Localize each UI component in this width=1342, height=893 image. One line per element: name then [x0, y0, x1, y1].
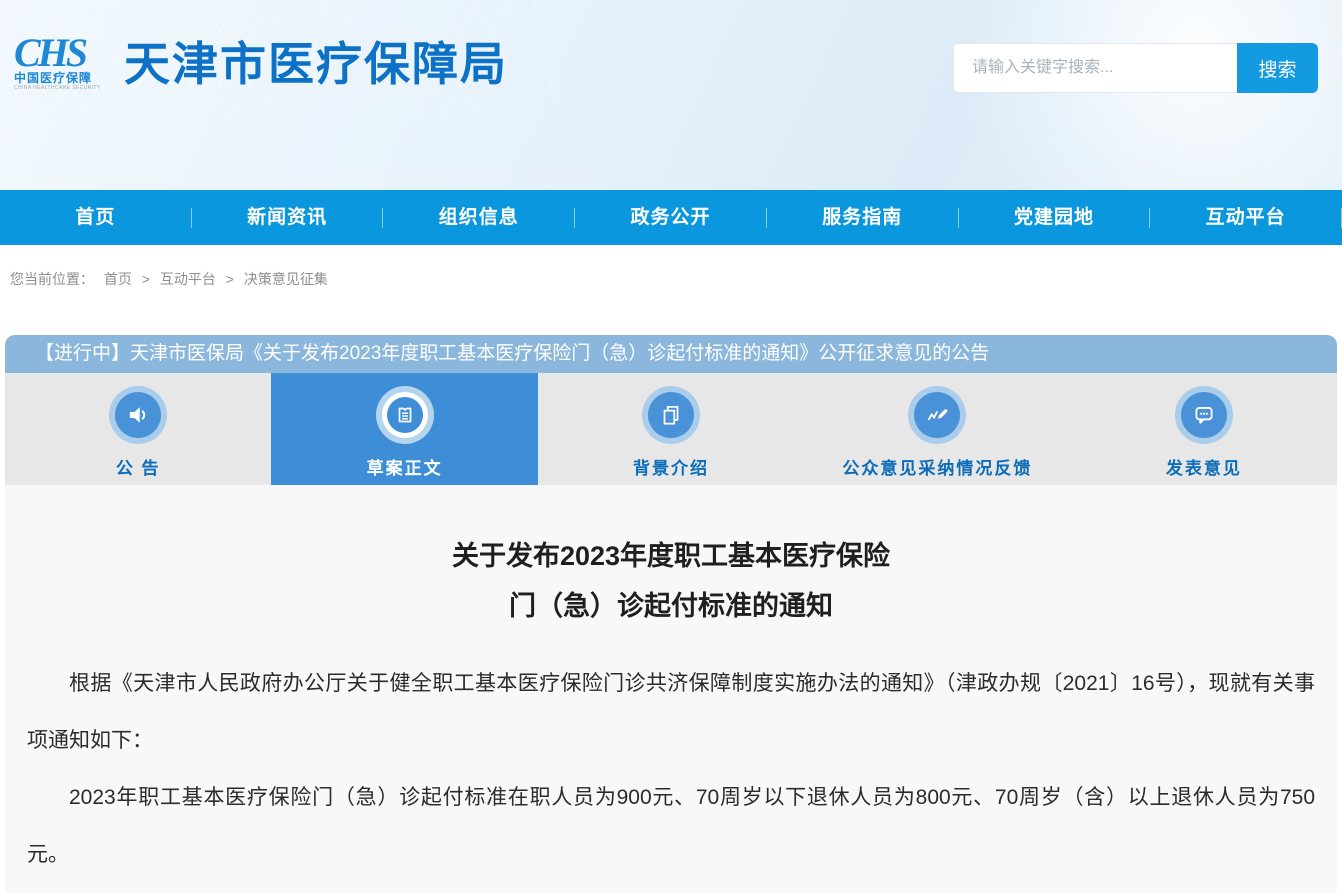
- nav-item-organization[interactable]: 组织信息: [383, 190, 574, 245]
- speaker-icon: [109, 386, 167, 444]
- notice-block: 【进行中】天津市医保局《关于发布2023年度职工基本医疗保险门（急）诊起付标准的…: [5, 335, 1337, 893]
- chs-logo-abbr: CHS: [14, 36, 116, 70]
- comment-icon: [1175, 386, 1233, 444]
- nav-item-party-building[interactable]: 党建园地: [959, 190, 1150, 245]
- nav-item-news[interactable]: 新闻资讯: [192, 190, 383, 245]
- nav-item-home[interactable]: 首页: [0, 190, 191, 245]
- breadcrumb-separator: >: [142, 271, 150, 287]
- breadcrumb-item-home[interactable]: 首页: [104, 271, 132, 287]
- nav-item-service-guide[interactable]: 服务指南: [767, 190, 958, 245]
- breadcrumb-item-interactive-platform[interactable]: 互动平台: [160, 271, 216, 287]
- tab-post-opinion[interactable]: 发表意见: [1071, 373, 1337, 485]
- site-header: CHS 中国医疗保障 CHINA HEALTHCARE SECURITY 天津市…: [0, 0, 1342, 190]
- document-icon: [376, 386, 434, 444]
- chs-logo-en-text: CHINA HEALTHCARE SECURITY: [14, 86, 116, 91]
- site-logo[interactable]: CHS 中国医疗保障 CHINA HEALTHCARE SECURITY 天津市…: [14, 36, 508, 92]
- notice-banner-title: 【进行中】天津市医保局《关于发布2023年度职工基本医疗保险门（急）诊起付标准的…: [5, 335, 1337, 373]
- article-title-line2: 门（急）诊起付标准的通知: [27, 581, 1315, 631]
- breadcrumb-separator: >: [226, 271, 234, 287]
- tab-post-opinion-label: 发表意见: [1166, 454, 1242, 479]
- nav-item-interactive-platform[interactable]: 互动平台: [1150, 190, 1341, 245]
- tab-background[interactable]: 背景介绍: [538, 373, 804, 485]
- chs-logo-cn-text: 中国医疗保障: [14, 72, 116, 84]
- main-nav: 首页 新闻资讯 组织信息 政务公开 服务指南 党建园地 互动平台: [0, 190, 1342, 245]
- breadcrumb-strip: 您当前位置： 首页 > 互动平台 > 决策意见征集: [0, 245, 1342, 335]
- tab-draft-text-label: 草案正文: [367, 454, 443, 479]
- chs-logo: CHS 中国医疗保障 CHINA HEALTHCARE SECURITY: [14, 36, 116, 91]
- tab-draft-text[interactable]: 草案正文: [271, 373, 537, 485]
- tab-announcement-label: 公 告: [116, 454, 161, 479]
- tab-feedback-label: 公众意见采纳情况反馈: [842, 454, 1032, 479]
- article-paragraph: 根据《天津市人民政府办公厅关于健全职工基本医疗保险门诊共济保障制度实施办法的通知…: [27, 655, 1315, 769]
- nav-item-gov-affairs[interactable]: 政务公开: [575, 190, 766, 245]
- breadcrumb-prefix: 您当前位置：: [10, 271, 94, 287]
- tab-feedback[interactable]: 公众意见采纳情况反馈: [804, 373, 1070, 485]
- tab-background-label: 背景介绍: [633, 454, 709, 479]
- pages-icon: [642, 386, 700, 444]
- site-title: 天津市医疗保障局: [124, 36, 508, 92]
- article-body: 根据《天津市人民政府办公厅关于健全职工基本医疗保险门诊共济保障制度实施办法的通知…: [27, 655, 1315, 883]
- article-title: 关于发布2023年度职工基本医疗保险 门（急）诊起付标准的通知: [27, 531, 1315, 631]
- pen-feedback-icon: [908, 386, 966, 444]
- article-paragraph: 2023年职工基本医疗保险门（急）诊起付标准在职人员为900元、70周岁以下退休…: [27, 769, 1315, 883]
- article-title-line1: 关于发布2023年度职工基本医疗保险: [27, 531, 1315, 581]
- breadcrumb: 您当前位置： 首页 > 互动平台 > 决策意见征集: [10, 269, 1342, 289]
- notice-tab-bar: 公 告 草案正文: [5, 373, 1337, 485]
- search-input[interactable]: [953, 43, 1237, 93]
- search-button[interactable]: 搜索: [1237, 43, 1318, 93]
- article-panel: 关于发布2023年度职工基本医疗保险 门（急）诊起付标准的通知 根据《天津市人民…: [5, 485, 1337, 893]
- tab-announcement[interactable]: 公 告: [5, 373, 271, 485]
- breadcrumb-item-opinion-solicitation: 决策意见征集: [244, 271, 328, 287]
- search-box: 搜索: [953, 43, 1318, 93]
